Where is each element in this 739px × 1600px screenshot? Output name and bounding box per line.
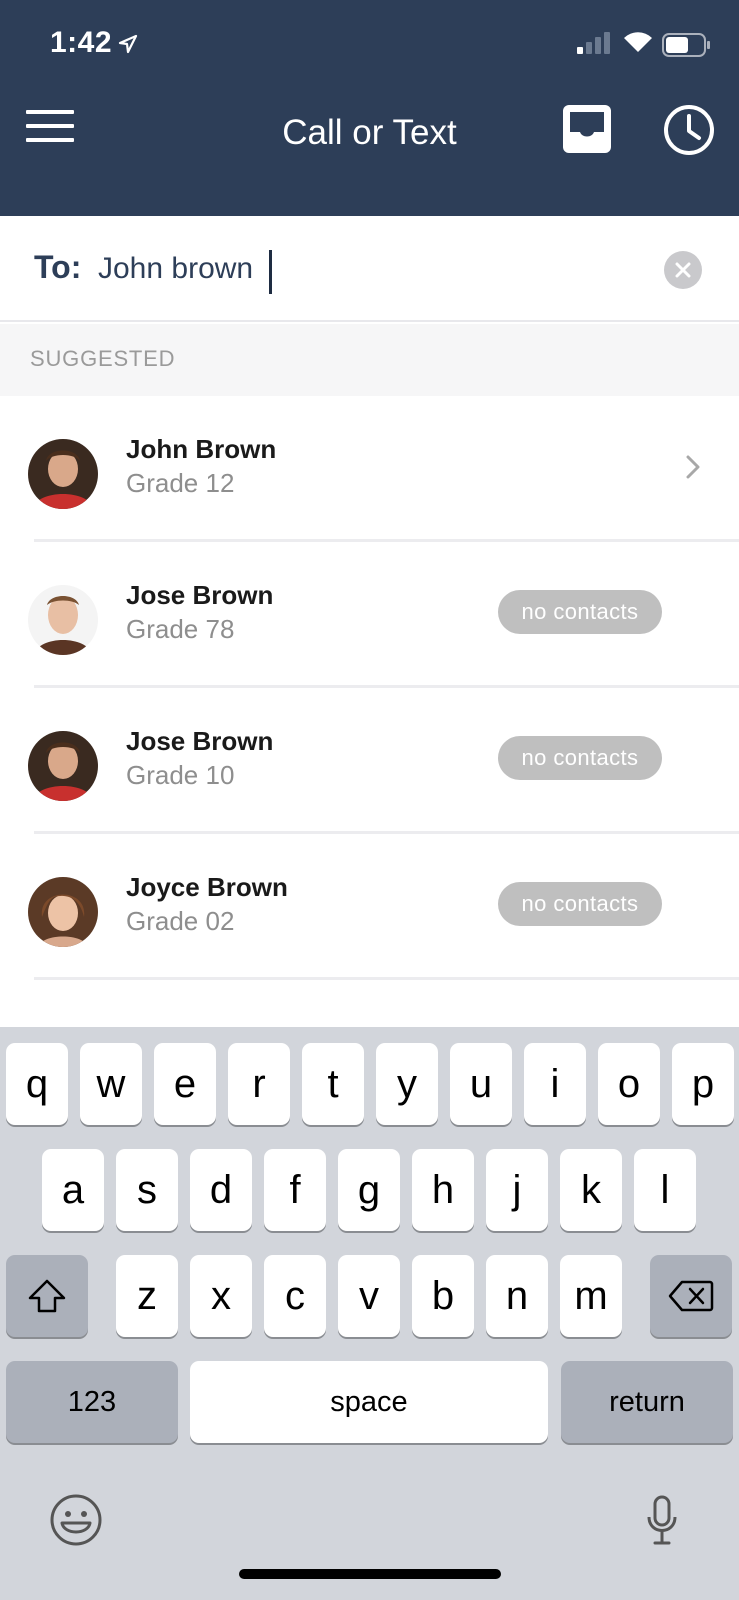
shift-arrow-icon <box>28 1279 66 1313</box>
key-q[interactable]: q <box>6 1043 68 1125</box>
avatar <box>28 439 98 509</box>
battery-icon <box>662 33 710 57</box>
shift-key[interactable] <box>6 1255 88 1337</box>
key-b[interactable]: b <box>412 1255 474 1337</box>
contact-row[interactable]: Jose Brown Grade 78 no contacts <box>0 542 739 688</box>
location-arrow-icon <box>118 34 138 54</box>
to-label: To: <box>34 249 82 285</box>
home-indicator <box>239 1569 501 1579</box>
key-u[interactable]: u <box>450 1043 512 1125</box>
contact-grade: Grade 02 <box>126 906 235 936</box>
key-s[interactable]: s <box>116 1149 178 1231</box>
key-z[interactable]: z <box>116 1255 178 1337</box>
key-p[interactable]: p <box>672 1043 734 1125</box>
key-y[interactable]: y <box>376 1043 438 1125</box>
key-w[interactable]: w <box>80 1043 142 1125</box>
key-e[interactable]: e <box>154 1043 216 1125</box>
backspace-key[interactable] <box>650 1255 732 1337</box>
key-h[interactable]: h <box>412 1149 474 1231</box>
suggested-section-header: SUGGESTED <box>0 324 739 396</box>
row-divider <box>34 977 739 980</box>
no-contacts-badge: no contacts <box>498 590 662 634</box>
cellular-signal-icon <box>577 32 610 54</box>
no-contacts-badge: no contacts <box>498 882 662 926</box>
avatar <box>28 877 98 947</box>
key-g[interactable]: g <box>338 1149 400 1231</box>
wifi-icon <box>624 32 652 52</box>
key-m[interactable]: m <box>560 1255 622 1337</box>
space-key[interactable]: space <box>190 1361 548 1443</box>
contact-name: Jose Brown <box>126 580 274 610</box>
key-r[interactable]: r <box>228 1043 290 1125</box>
avatar <box>28 731 98 801</box>
onscreen-keyboard: q w e r t y u i o p a s d f g h j k l z … <box>0 1027 739 1600</box>
no-contacts-badge: no contacts <box>498 736 662 780</box>
key-v[interactable]: v <box>338 1255 400 1337</box>
contact-grade: Grade 10 <box>126 760 235 790</box>
key-i[interactable]: i <box>524 1043 586 1125</box>
key-k[interactable]: k <box>560 1149 622 1231</box>
suggested-label: SUGGESTED <box>30 346 176 371</box>
key-n[interactable]: n <box>486 1255 548 1337</box>
contact-name: Joyce Brown <box>126 872 288 902</box>
key-l[interactable]: l <box>634 1149 696 1231</box>
contact-name: Jose Brown <box>126 726 274 756</box>
key-j[interactable]: j <box>486 1149 548 1231</box>
numbers-key[interactable]: 123 <box>6 1361 178 1443</box>
close-icon <box>675 262 691 278</box>
emoji-icon[interactable] <box>49 1493 103 1547</box>
key-d[interactable]: d <box>190 1149 252 1231</box>
contact-row[interactable]: Joyce Brown Grade 02 no contacts <box>0 834 739 980</box>
key-f[interactable]: f <box>264 1149 326 1231</box>
return-key[interactable]: return <box>561 1361 733 1443</box>
contact-grade: Grade 78 <box>126 614 235 644</box>
key-t[interactable]: t <box>302 1043 364 1125</box>
recipient-search-input[interactable] <box>98 246 618 292</box>
contact-name: John Brown <box>126 434 277 464</box>
chevron-right-icon <box>686 455 700 479</box>
text-cursor <box>269 250 272 294</box>
inbox-icon[interactable] <box>562 104 612 154</box>
microphone-icon[interactable] <box>645 1495 679 1547</box>
recipient-row: To: <box>0 216 739 322</box>
avatar <box>28 585 98 655</box>
clear-input-button[interactable] <box>664 251 702 289</box>
contact-row[interactable]: John Brown Grade 12 <box>0 396 739 542</box>
contact-grade: Grade 12 <box>126 468 235 498</box>
key-o[interactable]: o <box>598 1043 660 1125</box>
app-header: 1:42 Call or Text <box>0 0 739 216</box>
contact-row[interactable]: Jose Brown Grade 10 no contacts <box>0 688 739 834</box>
key-x[interactable]: x <box>190 1255 252 1337</box>
status-time: 1:42 <box>50 26 113 59</box>
backspace-icon <box>668 1280 714 1312</box>
history-clock-icon[interactable] <box>663 104 715 156</box>
contact-list: John Brown Grade 12 Jose Brown Grade 78 … <box>0 396 739 980</box>
key-c[interactable]: c <box>264 1255 326 1337</box>
key-a[interactable]: a <box>42 1149 104 1231</box>
page-title: Call or Text <box>282 113 457 152</box>
